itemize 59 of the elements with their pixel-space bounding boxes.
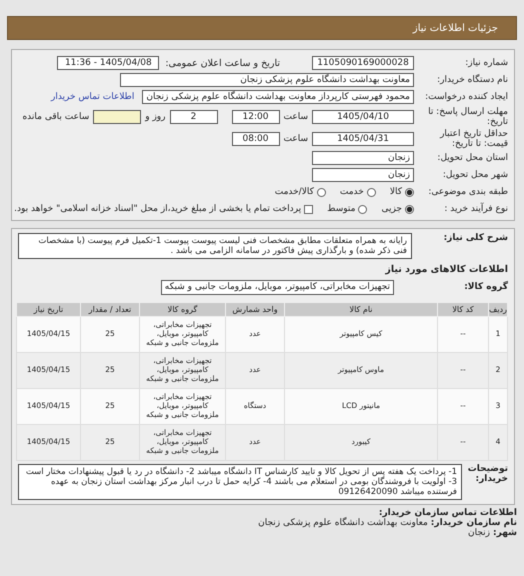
field-label: شماره نیاز: [464,58,508,68]
option-label: کالا [390,187,402,197]
contact-value: زنجان [468,528,490,538]
option-label: خدمت [340,187,364,197]
field-label: ساعت باقی مانده [22,112,90,122]
option-label: کالا/خدمت [274,187,314,197]
column-header: نام کالا [284,302,438,316]
city-field: زنجان [312,168,414,182]
page-title: جزئیات اطلاعات نیاز [412,22,498,34]
contact-title: اطلاعات تماس سازمان خریدار: [378,508,517,518]
radio-button[interactable] [405,204,414,214]
field-label: نام دستگاه خریدار: [436,75,508,85]
option-label: متوسط [327,204,356,214]
field-label: طبقه بندی موضوعی: [427,187,508,197]
deadline-time-field: 12:00 [232,110,280,124]
section-title: اطلاعات کالاهای مورد نیاز [384,264,508,275]
field-label: توضیحات خریدار: [466,464,508,484]
validity-time-field: 08:00 [232,132,280,146]
column-header: تعداد / مقدار [80,302,140,316]
field-label: روز و [145,112,166,122]
column-header: گروه کالا [140,302,226,316]
radio-button[interactable] [316,188,326,196]
field-label: شرح کلی نیاز: [442,233,508,243]
column-header: واحد شمارش [226,302,284,316]
radio-button[interactable] [358,204,368,214]
buyer-org-field: معاونت بهداشت دانشگاه علوم پزشکی زنجان [120,73,414,87]
deadline-date-field: 1405/04/10 [312,110,414,124]
field-label: ایجاد کننده درخواست: [424,92,508,102]
description-box: رایانه به همراه متعلقات مطابق مشخصات فنی لیست پیوست پیوست 1-تکمیل فرم پیوست (با مشخصات فنی ذکر شده) و بارگذاری پیش فاکتور در سامانه الزامی می باشد . [18,233,412,259]
contact-label: نام سازمان خریدار: [430,518,517,528]
need-number-field: 1105090169000028 [312,56,414,70]
buyer-contact-link[interactable]: اطلاعات تماس خریدار [50,92,134,102]
requester-field: محمود فهرستی کارپرداز معاونت بهداشت دانشگاه علوم پزشکی زنجان [142,90,414,104]
field-label: نوع فرآیند خرید : [443,204,508,214]
days-field: 2 [170,110,218,124]
radio-button[interactable] [405,188,414,196]
column-header: ردیف [488,302,508,316]
checkbox[interactable] [304,204,314,214]
field-label: حداقل تاریخ اعتبار قیمت: تا تاریخ: [438,128,508,148]
announce-date-field: 1405/04/08 - 11:36 [57,56,160,70]
validity-date-field: 1405/04/31 [312,132,414,146]
field-label: گروه کالا: [463,282,508,292]
buyer-notes-box: 1- پرداخت یک هفته پس از تحویل کالا و تایید کارشناس IT دانشگاه میباشد 2- دانشگاه در رد یا قبول پیشنهادات مختار است 3- اولویت با فروشندگان بومی در استعلام می باشند 4- کرایه حمل تا درب انبار مرکز بهداشت استان زنجان به عهده فرستنده میباشد 09126420090 [18,464,462,500]
field-label: ساعت [284,112,308,122]
column-header: کد کالا [438,302,488,316]
goods-group-field: تجهیزات مخابراتی، کامپیوتر، موبایل، ملزومات جانبی و شبکه [160,280,394,294]
contact-label: شهر: [493,528,517,538]
field-label: تاریخ و ساعت اعلان عمومی: [165,58,280,68]
field-label: شهر محل تحویل: [442,170,508,180]
contact-value: معاونت بهداشت دانشگاه علوم پزشکی زنجان [258,518,428,528]
remaining-hours-field [93,110,142,124]
field-label: ساعت [284,134,308,144]
radio-button[interactable] [366,188,376,196]
option-label: پرداخت تمام یا بخشی از مبلغ خرید،از محل "اسناد خزانه اسلامی" خواهد بود. [14,204,302,214]
province-field: زنجان [312,151,414,165]
field-label: استان محل تحویل: [436,153,508,163]
field-label: مهلت ارسال پاسخ: تا تاریخ: [427,106,508,126]
option-label: جزیی [381,204,402,214]
column-header: تاریخ نیاز [16,302,80,316]
